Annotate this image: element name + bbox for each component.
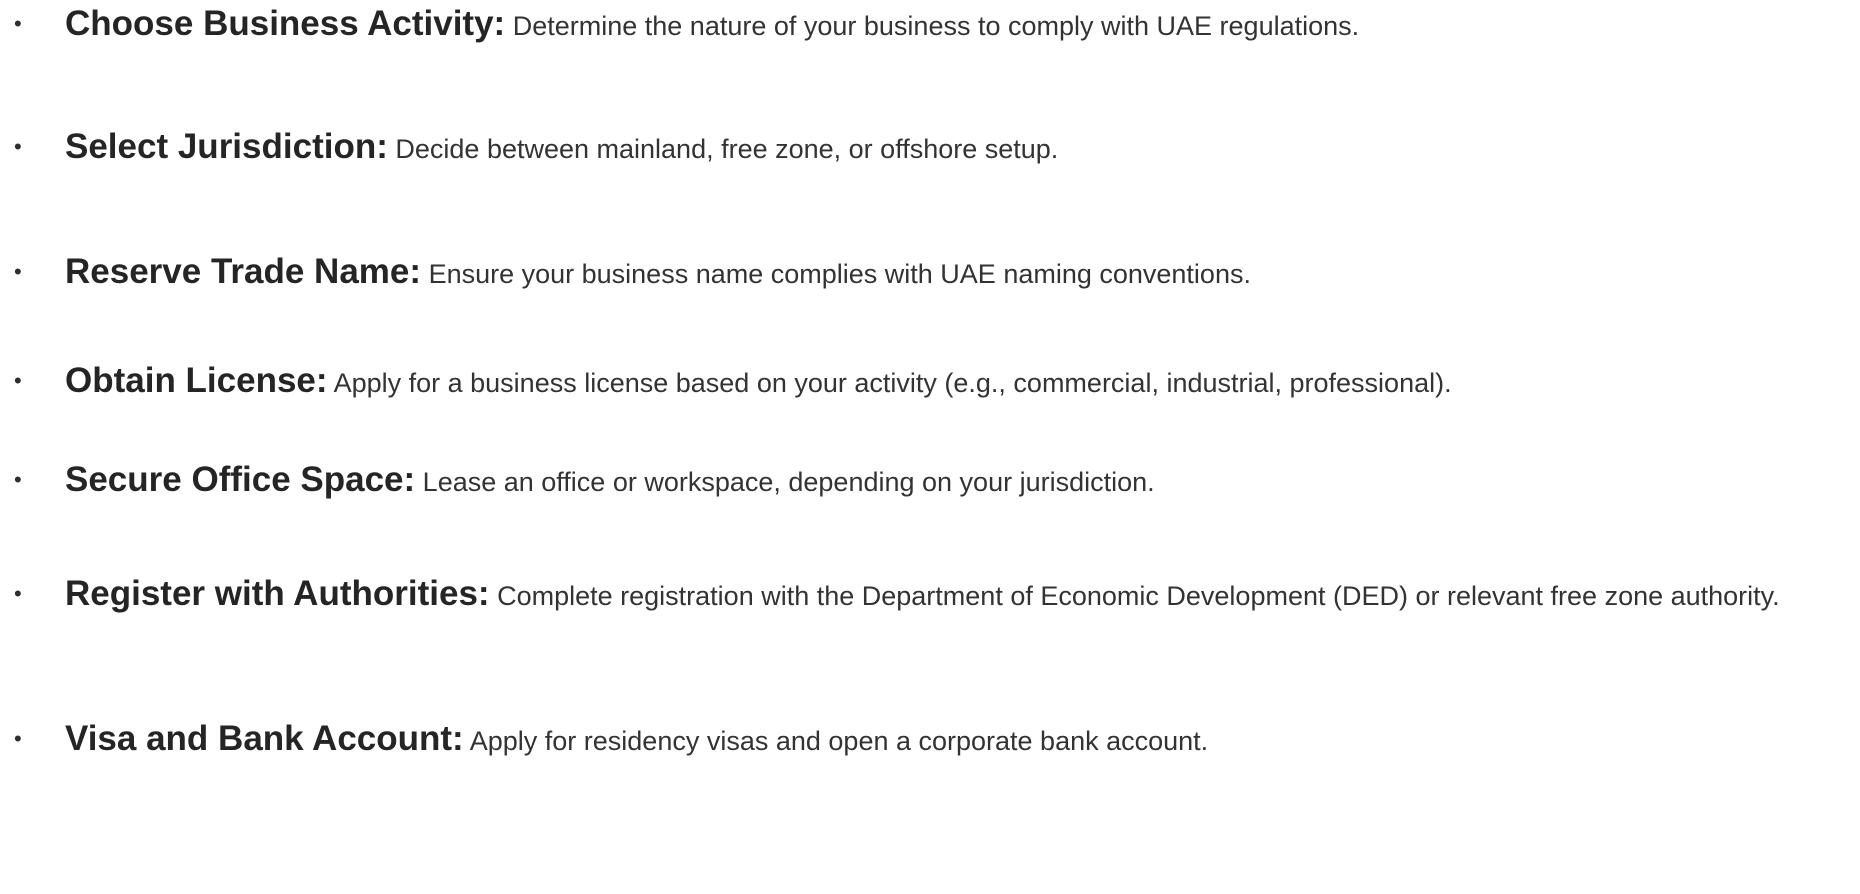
step-term: Register with Authorities: xyxy=(65,574,490,613)
step-description: Ensure your business name complies with … xyxy=(428,259,1251,289)
bullet: • xyxy=(14,259,22,284)
step-select-jurisdiction: • Select Jurisdiction: Decide between mai… xyxy=(14,123,1844,173)
step-register-with-authorities: • Register with Authorities: Complete reg… xyxy=(14,570,1844,620)
step-obtain-license: • Obtain License: Apply for a business li… xyxy=(14,357,1844,407)
bullet: • xyxy=(14,581,22,606)
step-description: Apply for a business license based on yo… xyxy=(333,368,1452,398)
step-choose-business-activity: • Choose Business Activity: Determine the… xyxy=(14,0,1844,50)
step-description: Complete registration with the Departmen… xyxy=(497,581,1780,611)
step-visa-and-bank-account: • Visa and Bank Account: Apply for reside… xyxy=(14,715,1844,765)
step-term: Select Jurisdiction: xyxy=(65,127,388,166)
step-term: Reserve Trade Name: xyxy=(65,252,422,291)
step-description: Decide between mainland, free zone, or o… xyxy=(395,134,1059,164)
step-description: Determine the nature of your business to… xyxy=(512,11,1360,41)
step-term: Choose Business Activity: xyxy=(65,4,506,43)
step-secure-office-space: • Secure Office Space: Lease an office or… xyxy=(14,456,1844,506)
step-description: Lease an office or workspace, depending … xyxy=(422,467,1155,497)
bullet: • xyxy=(14,467,22,492)
bullet: • xyxy=(14,726,22,751)
bullet: • xyxy=(14,368,22,393)
step-term: Secure Office Space: xyxy=(65,460,416,499)
bullet: • xyxy=(14,11,22,36)
business-setup-steps-list: • Choose Business Activity: Determine the… xyxy=(0,0,1860,894)
step-description: Apply for residency visas and open a cor… xyxy=(469,726,1209,756)
bullet: • xyxy=(14,134,22,159)
step-term: Visa and Bank Account: xyxy=(65,719,464,758)
step-reserve-trade-name: • Reserve Trade Name: Ensure your busines… xyxy=(14,248,1844,298)
step-term: Obtain License: xyxy=(65,361,328,400)
